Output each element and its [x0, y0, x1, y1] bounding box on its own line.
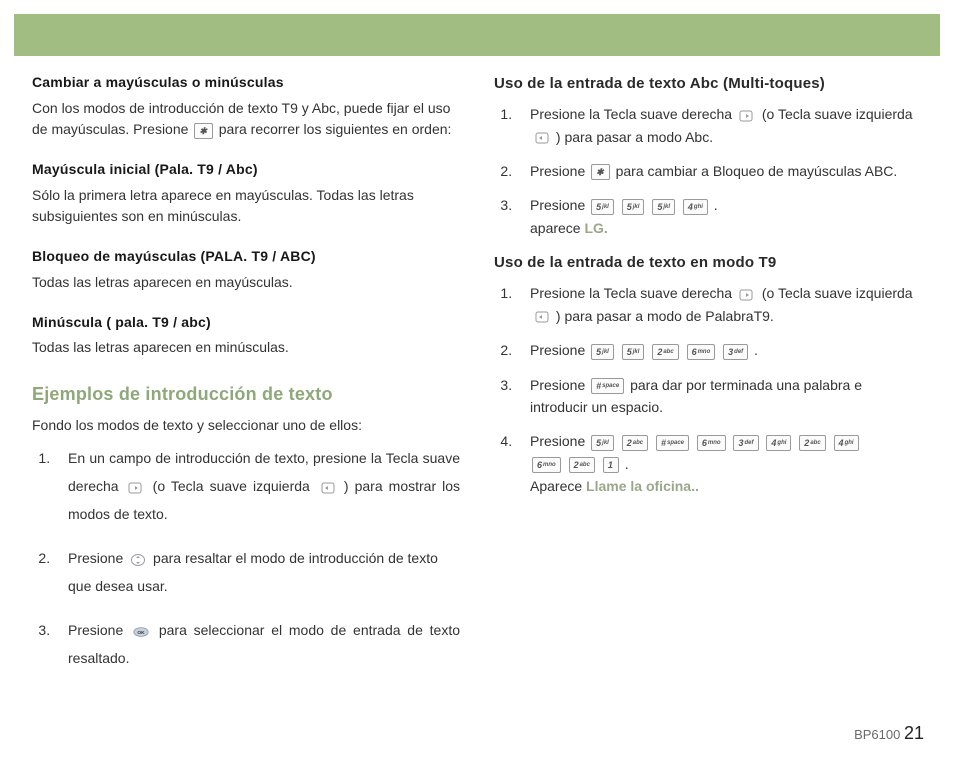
list-item: Presione para resaltar el modo de introd…	[54, 544, 460, 600]
key-4: 4ghi	[766, 435, 791, 451]
key-2: 2abc	[652, 344, 678, 360]
right-softkey-icon	[739, 109, 755, 123]
paragraph: Sólo la primera letra aparece en mayúscu…	[32, 185, 460, 228]
t9-steps-list: Presione la Tecla suave derecha (o Tecla…	[494, 282, 922, 497]
key-4: 4ghi	[683, 199, 708, 215]
key-6: 6mno	[687, 344, 716, 360]
key-5: 5jkl	[652, 199, 675, 215]
heading-abc-entry: Uso de la entrada de texto Abc (Multi-to…	[494, 72, 922, 95]
key-3: 3def	[733, 435, 758, 451]
left-softkey-icon	[319, 481, 335, 495]
hash-key-icon: #space	[591, 378, 624, 394]
key-5: 5jkl	[591, 199, 614, 215]
section-heading-examples: Ejemplos de introducción de texto	[32, 381, 460, 409]
key-5: 5jkl	[622, 199, 645, 215]
right-softkey-icon	[739, 288, 755, 302]
heading-caps-lock: Bloqueo de mayúsculas (PALA. T9 / ABC)	[32, 246, 460, 268]
key-5: 5jkl	[591, 344, 614, 360]
left-softkey-icon	[533, 310, 549, 324]
header-banner	[14, 14, 940, 56]
key-2: 2abc	[569, 457, 595, 473]
list-item: Presione OK para seleccionar el modo de …	[54, 616, 460, 672]
key-1: 1	[603, 457, 619, 473]
key-5: 5jkl	[591, 435, 614, 451]
example-steps-list: En un campo de introducción de texto, pr…	[32, 444, 460, 672]
list-item: En un campo de introducción de texto, pr…	[54, 444, 460, 528]
key-5: 5jkl	[622, 344, 645, 360]
list-item: Presione 5jkl 5jkl 5jkl 4ghi . aparece L…	[516, 194, 922, 239]
ok-key-icon: OK	[133, 625, 149, 639]
svg-text:OK: OK	[137, 630, 145, 636]
paragraph: Con los modos de introducción de texto T…	[32, 98, 460, 141]
result-text: Llame la oficina..	[586, 478, 699, 494]
list-item: Presione #space para dar por terminada u…	[516, 374, 922, 419]
paragraph: Todas las letras aparecen en minúsculas.	[32, 337, 460, 359]
right-column: Uso de la entrada de texto Abc (Multi-to…	[494, 66, 922, 688]
right-softkey-icon	[128, 481, 144, 495]
list-item: Presione ✱ para cambiar a Bloqueo de may…	[516, 160, 922, 182]
list-item: Presione la Tecla suave derecha (o Tecla…	[516, 282, 922, 327]
left-column: Cambiar a mayúsculas o minúsculas Con lo…	[32, 66, 460, 688]
key-6: 6mno	[532, 457, 561, 473]
paragraph: Todas las letras aparecen en mayúsculas.	[32, 272, 460, 294]
page-number: 21	[904, 723, 924, 743]
key-6: 6mno	[697, 435, 726, 451]
star-key-icon: ✱	[591, 164, 610, 180]
model-number: BP6100	[854, 727, 900, 742]
key-2: 2abc	[799, 435, 825, 451]
heading-initial-cap: Mayúscula inicial (Pala. T9 / Abc)	[32, 159, 460, 181]
key-4: 4ghi	[834, 435, 859, 451]
paragraph: Fondo los modos de texto y seleccionar u…	[32, 415, 460, 437]
key-2: 2abc	[622, 435, 648, 451]
heading-case-toggle: Cambiar a mayúsculas o minúsculas	[32, 72, 460, 94]
page-footer: BP6100 21	[854, 723, 924, 744]
result-text: LG.	[584, 220, 607, 236]
list-item: Presione 5jkl 5jkl 2abc 6mno 3def .	[516, 339, 922, 361]
star-key-icon: ✱	[194, 123, 213, 139]
list-item: Presione 5jkl 2abc #space 6mno 3def 4ghi…	[516, 430, 922, 497]
key-3: 3def	[723, 344, 748, 360]
heading-lowercase: Minúscula ( pala. T9 / abc)	[32, 312, 460, 334]
nav-key-icon	[130, 553, 146, 567]
abc-steps-list: Presione la Tecla suave derecha (o Tecla…	[494, 103, 922, 239]
heading-t9-entry: Uso de la entrada de texto en modo T9	[494, 251, 922, 274]
left-softkey-icon	[533, 131, 549, 145]
list-item: Presione la Tecla suave derecha (o Tecla…	[516, 103, 922, 148]
hash-key-icon: #space	[656, 435, 689, 451]
